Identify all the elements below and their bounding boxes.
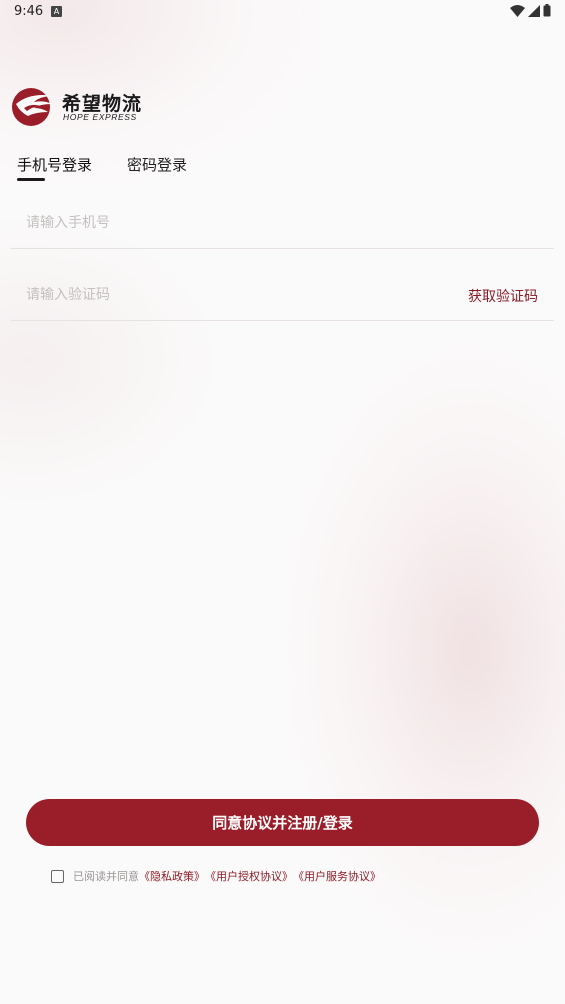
agreement-checkbox[interactable] [51,869,64,883]
battery-icon [543,4,551,17]
get-code-button[interactable]: 获取验证码 [468,286,538,306]
signal-icon [528,4,540,17]
brand-logo: 希望物流 HOPE EXPRESS [10,86,150,128]
privacy-policy-link[interactable]: 《隐私政策》 [139,868,205,884]
verification-code-input[interactable] [24,270,428,320]
tab-password-login[interactable]: 密码登录 [127,154,187,175]
status-bar: 9:46 A [0,0,565,24]
user-authorization-agreement-link[interactable]: 《用户授权协议》 [205,868,293,884]
code-field: 获取验证码 [11,270,554,321]
active-tab-indicator [17,178,45,181]
status-time: 9:46 [14,4,44,19]
hope-express-logo-icon [12,88,54,126]
brand-name-en: HOPE EXPRESS [63,112,137,122]
agreement-row: 已阅读并同意 《隐私政策》 《用户授权协议》 《用户服务协议》 [51,868,381,884]
a-icon: A [51,6,62,17]
wifi-icon [510,4,525,17]
agreement-prefix: 已阅读并同意 [73,870,139,883]
user-service-agreement-link[interactable]: 《用户服务协议》 [293,868,381,884]
tab-phone-login[interactable]: 手机号登录 [17,154,92,175]
phone-field [11,198,554,249]
background-gradient [0,0,565,1004]
agree-register-login-button[interactable]: 同意协议并注册/登录 [26,799,539,846]
phone-input[interactable] [24,198,428,248]
status-icons [510,4,551,17]
